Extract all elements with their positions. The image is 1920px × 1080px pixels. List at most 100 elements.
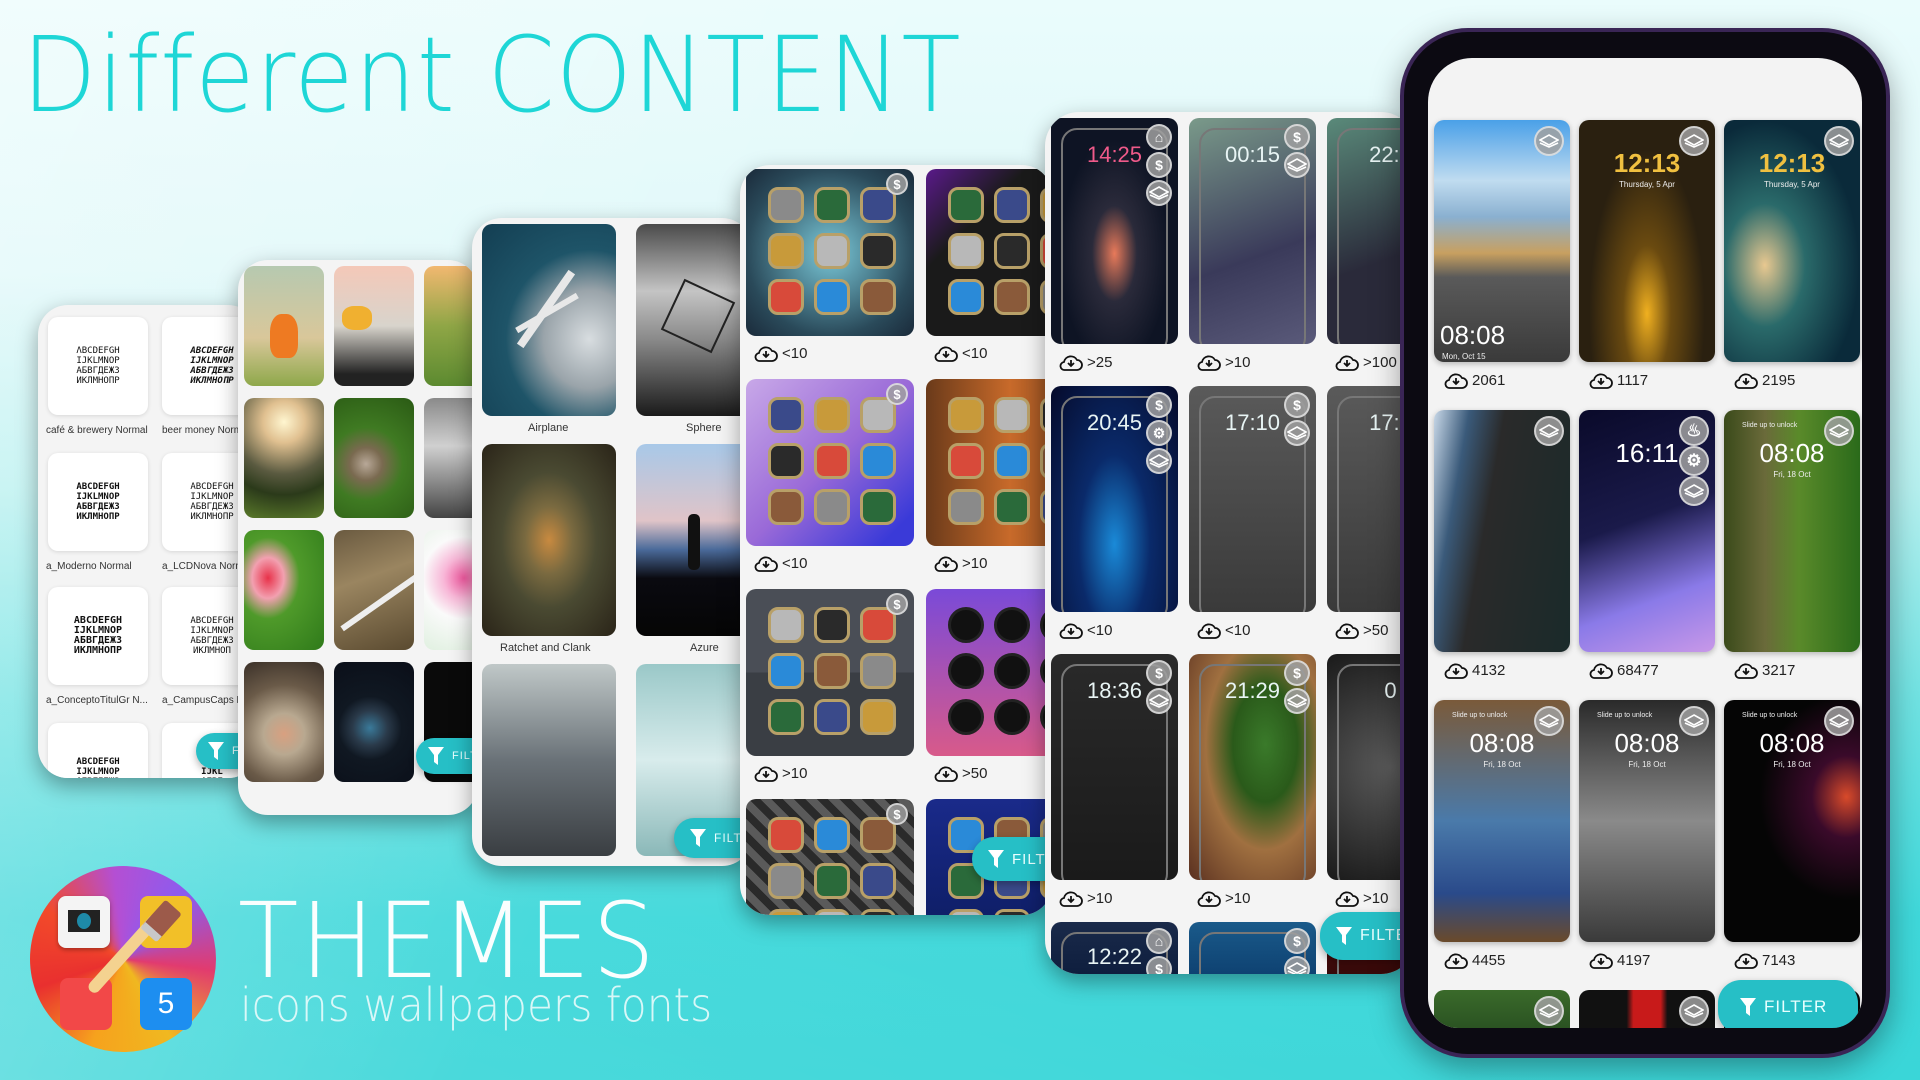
wallpaper-name: Azure (690, 642, 719, 654)
app-icon (814, 233, 850, 269)
wallpaper-thumb-valley[interactable] (424, 266, 478, 386)
wallpaper-thumb-sphere[interactable] (636, 224, 752, 416)
wallpaper-thumb-poppy[interactable] (244, 530, 324, 650)
theme-thumb[interactable]: 20:45 $ ⚙ (1051, 386, 1178, 612)
wallpaper-thumb[interactable] (1579, 990, 1715, 1028)
lockscreen-date: Fri, 18 Oct (1483, 760, 1521, 769)
phone-screen: 08:08 Mon, Oct 15 2061 12:13 Thursday, 5 Apr… (1428, 58, 1862, 1028)
app-icon (768, 489, 804, 525)
download-count: 4455 (1444, 952, 1505, 969)
wallpaper-thumb[interactable]: 08:08 Fri, 18 Oct Slide up to unlock (1724, 410, 1860, 652)
app-icon (948, 187, 984, 223)
layers-icon (1534, 126, 1564, 156)
wallpaper-thumb[interactable]: 08:08 Mon, Oct 15 (1434, 120, 1570, 362)
layers-icon (1284, 688, 1310, 714)
filter-button[interactable]: FILTER (972, 837, 1052, 881)
download-count-value: 4132 (1472, 662, 1506, 679)
download-count: <10 (934, 345, 987, 362)
settings-badge: ⚙ (1679, 446, 1709, 476)
wallpaper-thumb[interactable]: 08:08 Fri, 18 Oct Slide up to unlock (1434, 700, 1570, 942)
wallpaper-thumb[interactable] (1434, 410, 1570, 652)
app-icon (814, 489, 850, 525)
lockscreen-date: Mon, Oct 15 (1442, 352, 1486, 361)
icon-pack-thumb[interactable] (926, 379, 1052, 546)
layers-icon (1534, 706, 1564, 736)
layers-icon (1679, 996, 1709, 1026)
lockscreen-date: Fri, 18 Oct (1773, 760, 1811, 769)
theme-thumb[interactable]: 18:36 $ (1051, 654, 1178, 880)
app-icon (994, 909, 1030, 915)
app-icon (948, 443, 984, 479)
font-tile[interactable]: ΛBCDEFGH IJKLMNOP AБBГДEЖЗ ИКЛМНОПР (48, 317, 148, 415)
wallpaper-thumb-airplane[interactable] (482, 224, 616, 416)
wallpaper-thumb[interactable]: 12:13 Thursday, 5 Apr (1724, 120, 1860, 362)
wallpaper-thumb-azure[interactable] (636, 444, 752, 636)
app-icon (948, 489, 984, 525)
wallpaper-thumb-eagle[interactable] (334, 266, 414, 386)
wallpaper-name: Airplane (528, 422, 569, 434)
font-tile[interactable]: ABCDEFGH IJKLMNOP АБВГДЕЖЗ ИКЛМНОПР (48, 587, 148, 685)
download-count: 1117 (1589, 372, 1648, 389)
icon-pack-thumb[interactable]: $ (746, 169, 914, 336)
cloud-download-icon (934, 556, 958, 572)
theme-thumb[interactable]: 21:29 $ (1189, 654, 1316, 880)
wallpaper-thumb-cat[interactable] (244, 662, 324, 782)
wallpaper-thumb-city[interactable] (482, 664, 616, 856)
download-count-value: <10 (1225, 622, 1251, 639)
wallpaper-thumb-duckling[interactable] (334, 398, 414, 518)
cloud-download-icon (1335, 891, 1359, 907)
paid-badge: $ (1284, 928, 1310, 954)
download-count-value: >50 (962, 765, 988, 782)
wallpaper-thumb[interactable] (1434, 990, 1570, 1028)
paid-badge: $ (886, 803, 908, 825)
app-icon (814, 443, 850, 479)
download-count-value: >50 (1363, 622, 1389, 639)
icon-pack-thumb[interactable] (926, 169, 1052, 336)
app-icon (860, 233, 896, 269)
app-icon (860, 699, 896, 735)
app-icon (768, 817, 804, 853)
download-count: 7143 (1734, 952, 1795, 969)
wallpaper-thumb[interactable]: 08:08 Fri, 18 Oct Slide up to unlock (1724, 700, 1860, 942)
theme-thumb[interactable]: 17:10 $ (1189, 386, 1316, 612)
paid-badge: $ (886, 173, 908, 195)
wallpaper-name: Ratchet and Clank (500, 642, 591, 654)
icon-pack-thumb[interactable]: $ (746, 799, 914, 915)
wallpaper-thumb-rope[interactable] (334, 530, 414, 650)
filter-button[interactable]: FILTER (416, 738, 478, 774)
wallpaper-thumb-fox[interactable] (244, 266, 324, 386)
app-icon (860, 489, 896, 525)
icon-pack-thumb[interactable] (926, 589, 1052, 756)
filter-label: FILTER (1764, 997, 1828, 1016)
download-count-value: >25 (1087, 354, 1113, 371)
download-count: 4197 (1589, 952, 1650, 969)
wallpaper-thumb-roses[interactable] (424, 530, 478, 650)
download-count: >50 (934, 765, 987, 782)
icon-pack-thumb[interactable]: $ (746, 589, 914, 756)
wallpaper-thumb-umbrella[interactable] (424, 398, 478, 518)
wallpaper-thumb-ratchet-and-clank[interactable] (482, 444, 616, 636)
app-icon (994, 279, 1030, 315)
app-icon (814, 699, 850, 735)
wallpaper-thumb[interactable]: 16:11 ♨ ⚙ (1579, 410, 1715, 652)
basket-icon: ⌂ (1146, 928, 1172, 954)
layers-icon (1824, 416, 1854, 446)
wallpaper-thumb-sunset-forest[interactable] (244, 398, 324, 518)
cloud-download-icon (934, 346, 958, 362)
icon-pack-thumb[interactable]: $ (746, 379, 914, 546)
cloud-download-icon (1734, 663, 1758, 679)
theme-thumb[interactable]: 12:22 ⌂ $ (1051, 922, 1178, 974)
layers-icon (1146, 448, 1172, 474)
theme-thumb[interactable]: 14:25 ⌂ $ (1051, 118, 1178, 344)
filter-button[interactable]: FILTER (1718, 980, 1858, 1028)
wallpaper-thumb[interactable]: 12:13 Thursday, 5 Apr (1579, 120, 1715, 362)
download-count-value: >10 (1087, 890, 1113, 907)
app-icon (860, 909, 896, 915)
font-tile[interactable]: ABCDEFGHIJKLMNOPАБВГДЕЖЗ (48, 723, 148, 778)
cloud-download-icon (1444, 373, 1468, 389)
theme-thumb[interactable]: $ (1189, 922, 1316, 974)
theme-thumb[interactable]: 00:15 $ (1189, 118, 1316, 344)
wallpaper-thumb-planet[interactable] (334, 662, 414, 782)
wallpaper-thumb[interactable]: 08:08 Fri, 18 Oct Slide up to unlock (1579, 700, 1715, 942)
font-tile[interactable]: ABCDEFGH IJKLMNOP АБВГДЕЖЗ ИКЛМНОПР (48, 453, 148, 551)
